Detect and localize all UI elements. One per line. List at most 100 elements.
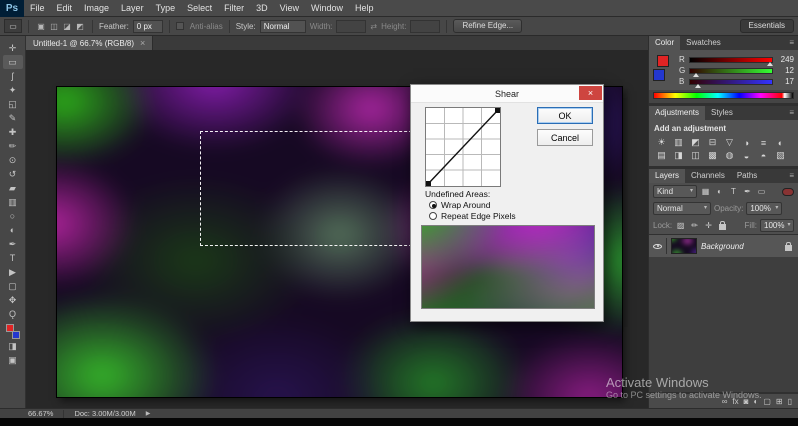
panel-menu-icon[interactable]: ≡ [785,106,798,120]
blend-mode-dropdown[interactable]: Normal ▾ [653,202,711,215]
blue-value[interactable]: 17 [776,77,794,86]
subtract-selection-icon[interactable]: ◪ [61,22,73,31]
tool-pen[interactable]: ✒ [3,237,23,251]
tool-hand[interactable]: ✥ [3,293,23,307]
ok-button[interactable]: OK [537,107,593,124]
intersect-selection-icon[interactable]: ◩ [74,22,86,31]
tool-rectangle[interactable]: ▢ [3,279,23,293]
blue-slider-handle[interactable] [694,83,701,88]
color-lookup-icon[interactable]: ◫ [687,149,704,162]
menu-window[interactable]: Window [305,0,349,17]
repeat-edge-option[interactable]: Repeat Edge Pixels [429,211,516,221]
workspace-switcher-button[interactable]: Essentials [739,19,794,33]
levels-icon[interactable]: ▥ [670,136,687,149]
screen-mode-icon[interactable]: ▣ [3,353,23,367]
tool-quick-selection[interactable]: ✦ [3,83,23,97]
color-spectrum-ramp[interactable] [653,92,794,99]
anti-alias-checkbox[interactable] [175,22,184,30]
red-slider-handle[interactable] [767,61,774,66]
shear-curve-grid[interactable] [425,107,501,187]
tool-history-brush[interactable]: ↺ [3,167,23,181]
background-color-swatch[interactable] [11,331,20,339]
tool-dodge[interactable]: ◐ [3,223,23,237]
delete-layer-icon[interactable]: ▯ [788,397,792,406]
wrap-around-option[interactable]: Wrap Around [429,200,490,210]
zoom-level-field[interactable]: 66.67% [28,409,53,418]
menu-layer[interactable]: Layer [115,0,150,17]
panel-menu-icon[interactable]: ≡ [785,169,798,183]
black-white-icon[interactable]: ◐ [772,136,789,149]
curves-icon[interactable]: ◩ [687,136,704,149]
tool-brush[interactable]: ✏ [3,139,23,153]
add-selection-icon[interactable]: ◫ [48,22,60,31]
gradient-map-icon[interactable]: ◓ [755,149,772,162]
menu-filter[interactable]: Filter [218,0,250,17]
filter-smart-object-icon[interactable]: ▭ [756,187,767,196]
menu-file[interactable]: File [24,0,51,17]
filter-shape-layers-icon[interactable]: ✒ [742,187,753,196]
status-options-arrow-icon[interactable]: ▶ [146,410,151,417]
menu-edit[interactable]: Edit [51,0,79,17]
menu-3d[interactable]: 3D [250,0,274,17]
tab-paths[interactable]: Paths [731,169,763,183]
repeat-edge-radio[interactable] [429,212,437,220]
tool-path-selection[interactable]: ▶ [3,265,23,279]
filter-adjustment-layers-icon[interactable]: ◐ [714,187,725,196]
blue-slider[interactable] [689,78,773,88]
tool-lasso[interactable]: ʃ [3,69,23,83]
refine-edge-button[interactable]: Refine Edge... [453,19,523,33]
new-layer-icon[interactable]: ⊞ [776,397,783,406]
vibrance-icon[interactable]: ▽ [721,136,738,149]
tab-styles[interactable]: Styles [705,106,739,120]
menu-image[interactable]: Image [78,0,115,17]
dialog-close-button[interactable]: × [579,86,602,100]
link-layers-icon[interactable]: ∞ [722,397,728,406]
green-value[interactable]: 12 [776,66,794,75]
visibility-toggle[interactable] [653,238,667,254]
filtering-toggle[interactable] [782,187,794,196]
filter-pixel-layers-icon[interactable]: ▦ [700,187,711,196]
width-input[interactable] [336,19,367,33]
hue-saturation-icon[interactable]: ◑ [738,136,755,149]
quick-mask-icon[interactable]: ◨ [3,339,23,353]
brightness-contrast-icon[interactable]: ☀ [653,136,670,149]
current-tool-icon[interactable]: ▭ [4,19,22,33]
lock-all-icon[interactable] [719,221,727,230]
panel-menu-icon[interactable]: ≡ [785,36,798,50]
lock-position-icon[interactable]: ✛ [703,221,714,230]
new-selection-icon[interactable]: ▣ [35,22,47,31]
tool-eraser[interactable]: ▰ [3,181,23,195]
photo-filter-icon[interactable]: ▤ [653,149,670,162]
opacity-dropdown[interactable]: 100% ▾ [746,202,783,215]
tool-rectangular-marquee[interactable]: ▭ [2,55,23,69]
wrap-around-radio[interactable] [429,201,437,209]
tab-adjustments[interactable]: Adjustments [649,106,706,120]
menu-view[interactable]: View [274,0,305,17]
menu-help[interactable]: Help [349,0,380,17]
layer-thumbnail[interactable] [671,238,697,254]
selective-color-icon[interactable]: ▧ [772,149,789,162]
tool-gradient[interactable]: ▥ [3,195,23,209]
cancel-button[interactable]: Cancel [537,129,593,146]
exposure-icon[interactable]: ⊟ [704,136,721,149]
fill-dropdown[interactable]: 100% ▾ [760,219,794,232]
foreground-background-colors[interactable] [5,324,21,339]
layer-mask-icon[interactable]: ◙ [744,397,749,406]
foreground-color-swatch[interactable] [5,324,14,332]
menu-type[interactable]: Type [150,0,182,17]
foreground-color-swatch[interactable] [657,55,669,67]
tool-zoom[interactable]: Ǫ [3,307,23,321]
tab-channels[interactable]: Channels [685,169,731,183]
red-slider[interactable] [689,56,774,66]
tool-move[interactable]: ✛ [3,41,23,55]
tool-spot-healing-brush[interactable]: ✚ [3,125,23,139]
invert-icon[interactable]: ▩ [704,149,721,162]
style-dropdown[interactable]: Normal [259,19,306,33]
tool-eyedropper[interactable]: ✎ [3,111,23,125]
background-color-swatch[interactable] [653,69,665,81]
tool-clone-stamp[interactable]: ⊙ [3,153,23,167]
tab-swatches[interactable]: Swatches [680,36,727,50]
close-document-icon[interactable]: × [140,38,145,48]
dialog-title-bar[interactable]: Shear × [411,85,603,103]
new-group-icon[interactable]: ▢ [763,397,771,406]
